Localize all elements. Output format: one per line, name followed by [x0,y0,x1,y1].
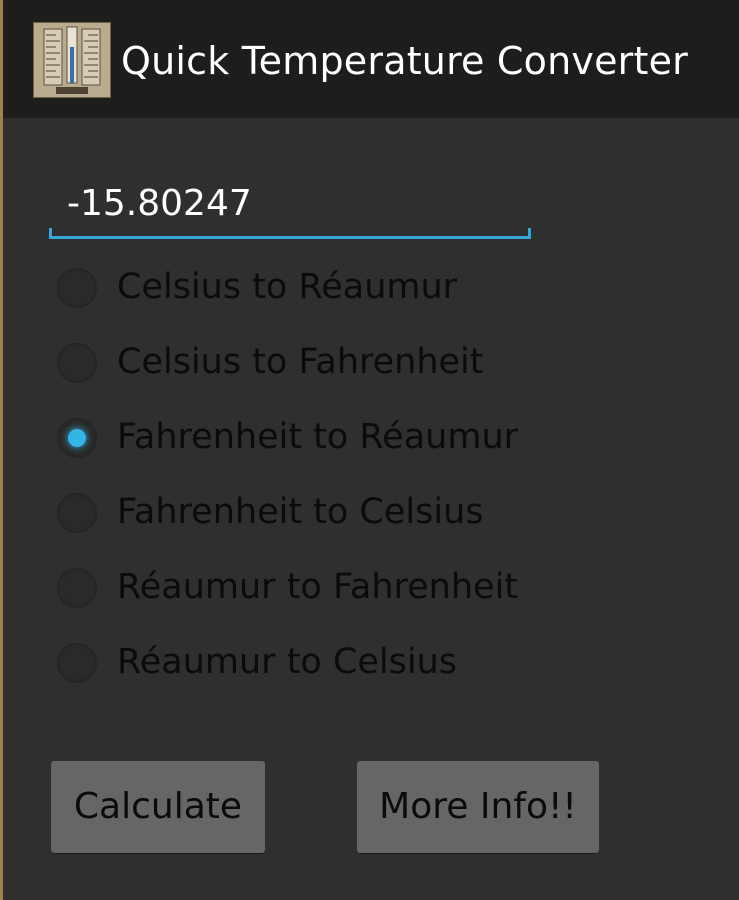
main-content: Celsius to Réaumur Celsius to Fahrenheit… [3,118,739,900]
thermometer-app-icon [33,22,111,98]
action-bar: Quick Temperature Converter [3,0,739,118]
radio-label: Celsius to Fahrenheit [117,342,484,382]
input-underline [49,236,531,239]
radio-label: Celsius to Réaumur [117,267,458,307]
radio-celsius-to-fahrenheit[interactable]: Celsius to Fahrenheit [3,323,739,398]
radio-fahrenheit-to-reaumur[interactable]: Fahrenheit to Réaumur [3,398,739,473]
radio-label: Réaumur to Celsius [117,642,458,682]
radio-reaumur-to-celsius[interactable]: Réaumur to Celsius [3,623,739,698]
temperature-input[interactable] [67,180,507,228]
app-title: Quick Temperature Converter [121,39,688,83]
more-info-button[interactable]: More Info!! [357,761,599,853]
radio-celsius-to-reaumur[interactable]: Celsius to Réaumur [3,248,739,323]
radio-button-selected[interactable] [57,418,97,458]
radio-selected-dot [68,429,86,447]
radio-button[interactable] [57,643,97,683]
radio-label: Fahrenheit to Celsius [117,492,484,532]
radio-label: Fahrenheit to Réaumur [117,417,519,457]
radio-label: Réaumur to Fahrenheit [117,567,519,607]
calculate-button[interactable]: Calculate [51,761,265,853]
radio-button[interactable] [57,568,97,608]
temperature-field[interactable] [49,180,531,242]
radio-reaumur-to-fahrenheit[interactable]: Réaumur to Fahrenheit [3,548,739,623]
radio-button[interactable] [57,343,97,383]
radio-fahrenheit-to-celsius[interactable]: Fahrenheit to Celsius [3,473,739,548]
radio-button[interactable] [57,268,97,308]
radio-button[interactable] [57,493,97,533]
